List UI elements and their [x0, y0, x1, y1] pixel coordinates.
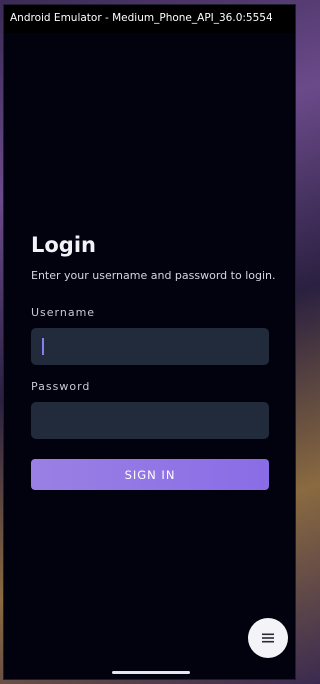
menu-icon	[262, 633, 274, 643]
username-label: Username	[31, 306, 96, 319]
password-label: Password	[31, 380, 91, 393]
password-input[interactable]	[31, 402, 269, 439]
text-cursor	[42, 338, 44, 355]
window-titlebar: Android Emulator - Medium_Phone_API_36.0…	[4, 5, 295, 33]
page-title: Login	[31, 233, 96, 257]
menu-fab-button[interactable]	[248, 618, 288, 658]
page-subtitle: Enter your username and password to logi…	[31, 269, 276, 282]
home-indicator[interactable]	[112, 671, 190, 674]
window-title: Android Emulator - Medium_Phone_API_36.0…	[10, 12, 273, 24]
username-input[interactable]	[31, 328, 269, 365]
login-form: Login Enter your username and password t…	[31, 231, 276, 490]
emulator-window: Android Emulator - Medium_Phone_API_36.0…	[3, 4, 296, 680]
sign-in-button[interactable]: SIGN IN	[31, 459, 269, 490]
